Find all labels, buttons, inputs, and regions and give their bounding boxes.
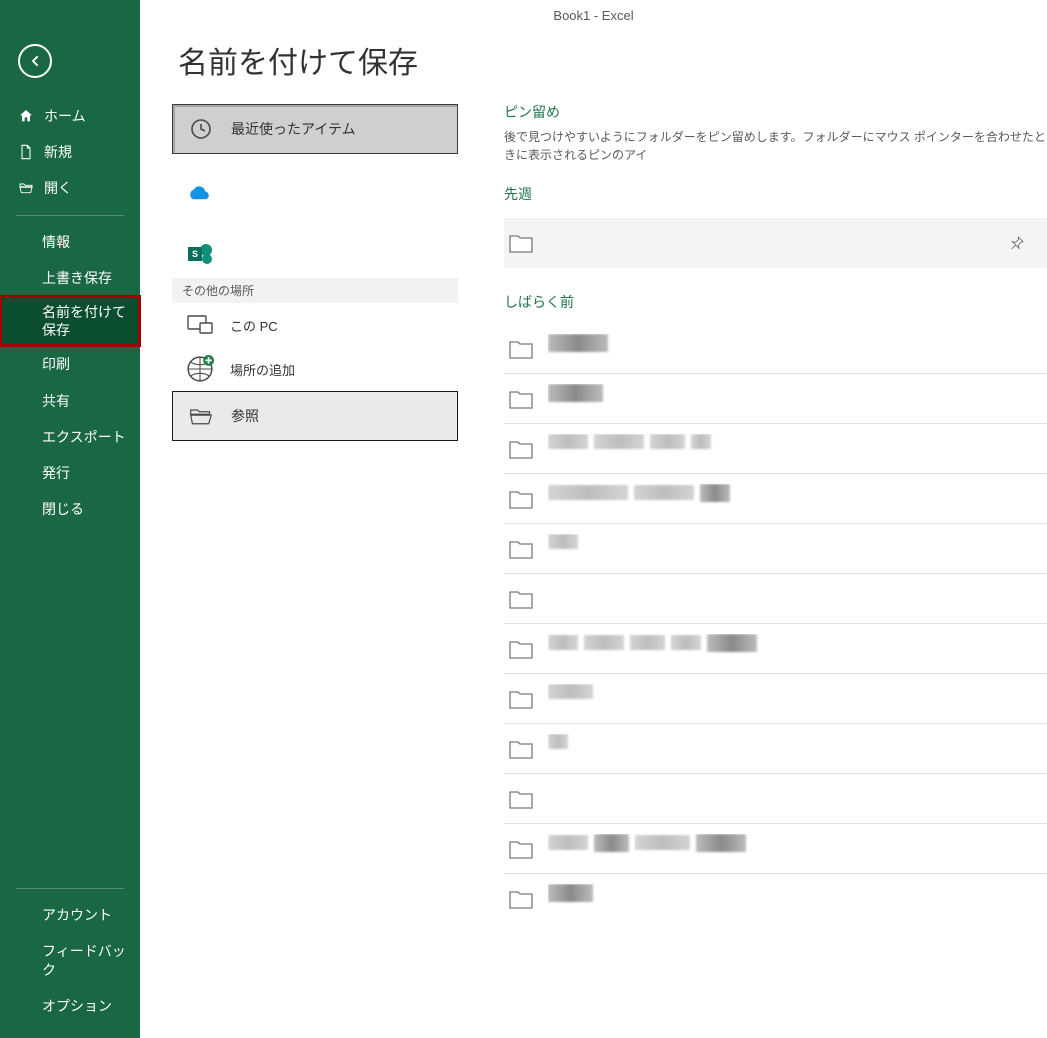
nav-info[interactable]: 情報 bbox=[0, 224, 140, 260]
nav-feedback[interactable]: フィードバック bbox=[0, 933, 140, 987]
nav-account[interactable]: アカウント bbox=[0, 897, 140, 933]
folder-icon bbox=[508, 738, 534, 760]
while-ago-heading: しばらく前 bbox=[504, 292, 1047, 312]
recent-items[interactable]: 最近使ったアイテム bbox=[172, 104, 458, 154]
folder-row[interactable] bbox=[504, 724, 1047, 774]
recent-label: 最近使ったアイテム bbox=[231, 119, 356, 139]
add-place-icon bbox=[186, 355, 214, 383]
locations-panel: 名前を付けて保存 最近使ったアイテム bbox=[140, 34, 468, 1038]
backstage-sidebar: ホーム 新規 開く 情報 上書き保存 名前を付けて保存 印刷 共有 エクスポート… bbox=[0, 0, 140, 1038]
onedrive-icon bbox=[186, 180, 214, 208]
nav-save[interactable]: 上書き保存 bbox=[0, 260, 140, 296]
folder-row[interactable] bbox=[504, 424, 1047, 474]
folder-row[interactable] bbox=[504, 674, 1047, 724]
pinned-description: 後で見つけやすいようにフォルダーをピン留めします。フォルダーにマウス ポインター… bbox=[504, 128, 1047, 164]
this-pc-label: この PC bbox=[230, 316, 278, 335]
nav-options[interactable]: オプション bbox=[0, 988, 140, 1024]
folder-name-redacted bbox=[548, 884, 1043, 914]
folder-name-redacted bbox=[548, 834, 1043, 864]
folder-open-icon bbox=[187, 402, 215, 430]
home-icon bbox=[18, 108, 34, 124]
browse-button[interactable]: 参照 bbox=[172, 391, 458, 441]
pinned-heading: ピン留め bbox=[504, 102, 1047, 122]
folder-icon bbox=[508, 538, 534, 560]
folder-name-redacted bbox=[548, 484, 1043, 514]
folder-icon bbox=[508, 588, 534, 610]
folder-name-redacted bbox=[548, 384, 1043, 414]
folder-open-icon bbox=[18, 180, 34, 196]
folder-row[interactable] bbox=[504, 218, 1047, 268]
folder-name-redacted bbox=[548, 584, 1043, 614]
folder-name-redacted bbox=[548, 734, 1043, 764]
folder-name-redacted bbox=[548, 784, 1043, 814]
divider bbox=[16, 888, 124, 889]
folder-row[interactable] bbox=[504, 324, 1047, 374]
folder-icon bbox=[508, 338, 534, 360]
folders-panel: ピン留め 後で見つけやすいようにフォルダーをピン留めします。フォルダーにマウス … bbox=[468, 34, 1047, 1038]
folder-row[interactable] bbox=[504, 524, 1047, 574]
folder-row[interactable] bbox=[504, 774, 1047, 824]
folder-name-redacted bbox=[548, 228, 1043, 258]
nav-open[interactable]: 開く bbox=[0, 170, 140, 206]
browse-label: 参照 bbox=[231, 406, 259, 426]
nav-share[interactable]: 共有 bbox=[0, 383, 140, 419]
folder-icon bbox=[508, 438, 534, 460]
this-pc[interactable]: この PC bbox=[172, 303, 458, 347]
arrow-left-icon bbox=[27, 53, 43, 69]
nav-publish[interactable]: 発行 bbox=[0, 455, 140, 491]
folder-row[interactable] bbox=[504, 624, 1047, 674]
add-place-label: 場所の追加 bbox=[230, 360, 295, 379]
folder-icon bbox=[508, 232, 534, 254]
nav-home[interactable]: ホーム bbox=[0, 98, 140, 134]
nav-close[interactable]: 閉じる bbox=[0, 491, 140, 527]
folder-row[interactable] bbox=[504, 374, 1047, 424]
onedrive-location[interactable] bbox=[172, 172, 458, 216]
clock-icon bbox=[187, 115, 215, 143]
folder-icon bbox=[508, 488, 534, 510]
other-locations-header: その他の場所 bbox=[172, 278, 458, 303]
file-icon bbox=[18, 144, 34, 160]
last-week-heading: 先週 bbox=[504, 184, 1047, 204]
main-area: Book1 - Excel 名前を付けて保存 最近使ったアイテム bbox=[140, 0, 1047, 1038]
folder-name-redacted bbox=[548, 434, 1043, 464]
folder-icon bbox=[508, 688, 534, 710]
divider bbox=[16, 215, 124, 216]
folder-name-redacted bbox=[548, 534, 1043, 564]
back-button[interactable] bbox=[18, 44, 52, 78]
window-title: Book1 - Excel bbox=[553, 8, 633, 23]
sharepoint-location[interactable]: S bbox=[172, 234, 458, 278]
add-place[interactable]: 場所の追加 bbox=[172, 347, 458, 391]
pc-icon bbox=[186, 311, 214, 339]
folder-row[interactable] bbox=[504, 574, 1047, 624]
pin-icon[interactable] bbox=[1009, 235, 1025, 251]
folder-icon bbox=[508, 638, 534, 660]
folder-icon bbox=[508, 838, 534, 860]
folder-icon bbox=[508, 788, 534, 810]
folder-icon bbox=[508, 388, 534, 410]
folder-name-redacted bbox=[548, 334, 1043, 364]
nav-save-as[interactable]: 名前を付けて保存 bbox=[0, 296, 140, 346]
nav-export[interactable]: エクスポート bbox=[0, 419, 140, 455]
folder-row[interactable] bbox=[504, 824, 1047, 874]
folder-name-redacted bbox=[548, 634, 1043, 664]
page-title: 名前を付けて保存 bbox=[178, 38, 468, 82]
folder-row[interactable] bbox=[504, 474, 1047, 524]
folder-icon bbox=[508, 888, 534, 910]
folder-row[interactable] bbox=[504, 874, 1047, 924]
nav-new[interactable]: 新規 bbox=[0, 134, 140, 170]
folder-name-redacted bbox=[548, 684, 1043, 714]
sharepoint-icon: S bbox=[186, 242, 214, 270]
nav-print[interactable]: 印刷 bbox=[0, 346, 140, 382]
